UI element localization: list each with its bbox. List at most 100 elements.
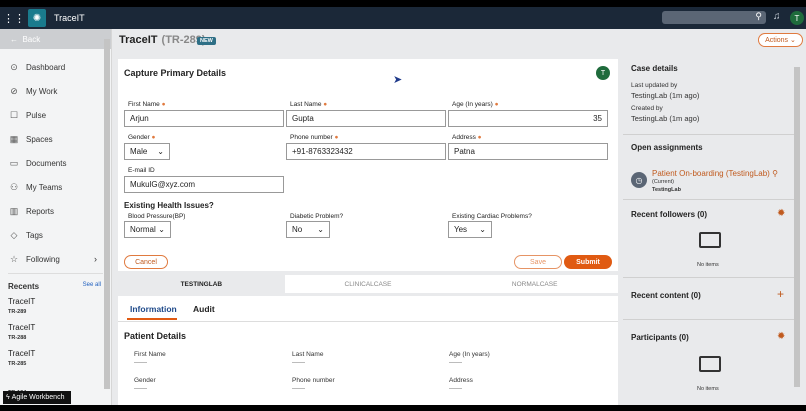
search-icon[interactable]: ⚲ (755, 11, 762, 22)
gender-label: Gender ● (128, 134, 155, 141)
sidebar-scrollbar[interactable] (104, 39, 110, 389)
form-title: Capture Primary Details (124, 68, 227, 78)
reports-icon: ▥ (9, 205, 19, 216)
sidebar-item-dashboard[interactable]: ⊙ Dashboard (0, 55, 111, 79)
recent-item[interactable]: TraceIT TR-289 (0, 295, 111, 321)
pd-address-label: Address (449, 377, 473, 384)
assignment-link[interactable]: Patient On-boarding (TestingLab) ⚲ (652, 169, 778, 178)
back-button[interactable]: ← Back (0, 29, 111, 49)
stage-testinglab[interactable]: TESTINGLAB (118, 275, 285, 293)
cancel-button[interactable]: Cancel (124, 255, 168, 269)
stage-clinicalcase[interactable]: CLINICALCASE (285, 275, 452, 293)
notification-bell-icon[interactable]: ♫ (773, 11, 781, 22)
actions-button[interactable]: Actions ⌄ (758, 33, 803, 47)
case-name: TraceIT (119, 34, 158, 46)
stage-normalcase[interactable]: NORMALCASE (451, 275, 618, 293)
assignee-avatar[interactable]: T (596, 66, 610, 80)
case-side-panel: Case details Last updated by TestingLab … (623, 59, 806, 405)
sidebar-item-label: Pulse (26, 110, 47, 120)
recents-header: Recents See all (0, 276, 111, 295)
sidebar-item-label: Tags (26, 230, 43, 240)
tab-information[interactable]: Information (130, 304, 177, 314)
chevron-down-icon: ⌄ (479, 225, 486, 234)
last-updated-value: TestingLab (1m ago) (631, 91, 700, 100)
recent-followers-title: Recent followers (0) (631, 210, 708, 219)
diabetic-select[interactable]: No ⌄ (286, 221, 330, 238)
recent-title: TraceIT (8, 297, 36, 306)
bp-select[interactable]: Normal ⌄ (124, 221, 171, 238)
age-field[interactable]: 35 (448, 110, 608, 127)
recent-id: TR-288 (8, 335, 27, 341)
diabetic-value: No (292, 225, 303, 234)
submit-button[interactable]: Submit (564, 255, 612, 269)
lightning-icon: ϟ (6, 394, 10, 401)
pd-gender-label: Gender (134, 377, 156, 384)
phone-field[interactable]: +91-8763323432 (286, 143, 446, 160)
agile-workbench-button[interactable]: ϟ Agile Workbench (3, 391, 71, 404)
last-updated-label: Last updated by (631, 82, 678, 89)
last-name-field[interactable]: Gupta (286, 110, 446, 127)
pd-last-name-label: Last Name (292, 351, 324, 358)
open-assignments-title: Open assignments (631, 143, 703, 152)
gender-select[interactable]: Male ⌄ (124, 143, 170, 160)
sidebar-item-reports[interactable]: ▥ Reports (0, 199, 111, 223)
gear-icon[interactable]: ✹ (777, 331, 785, 342)
top-bar: ⋮⋮ ✺ TraceIT ⚲ ♫ T (0, 7, 806, 29)
sidebar-item-label: Reports (26, 206, 55, 216)
active-tab-indicator (127, 318, 177, 320)
first-name-field[interactable]: Arjun (124, 110, 284, 127)
sidebar-item-following[interactable]: ☆ Following › (0, 247, 111, 271)
save-button[interactable]: Save (514, 255, 562, 269)
chevron-down-icon: ⌄ (790, 37, 796, 44)
divider (623, 134, 795, 135)
recent-item[interactable]: TraceIT TR-285 (0, 347, 111, 373)
required-marker: ● (494, 101, 499, 108)
recent-content-title: Recent content (0) (631, 291, 701, 300)
user-avatar[interactable]: T (790, 11, 804, 25)
health-issues-title: Existing Health Issues? (124, 201, 214, 210)
label-text: First Name (128, 101, 160, 108)
back-label: Back (22, 34, 41, 44)
teams-icon: ⚇ (9, 181, 19, 192)
tab-audit[interactable]: Audit (193, 304, 215, 314)
add-icon[interactable]: + (777, 287, 784, 301)
email-field[interactable]: MukulG@xyz.com (124, 176, 284, 193)
sidebar-item-label: Following (26, 254, 60, 264)
search-input[interactable]: ⚲ (662, 11, 766, 24)
divider (623, 319, 795, 320)
tab-divider (118, 321, 618, 322)
app-grid-icon[interactable]: ⋮⋮ (3, 8, 25, 28)
assignment-name: Patient On-boarding (TestingLab) (652, 169, 770, 178)
required-marker: ● (151, 134, 156, 141)
pd-phone-value: —— (292, 385, 305, 392)
no-items-text: No items (697, 386, 719, 392)
sidebar-item-my-work[interactable]: ⊘ My Work (0, 79, 111, 103)
agile-workbench-label: Agile Workbench (11, 394, 65, 401)
gender-value: Male (130, 147, 148, 156)
cardiac-select[interactable]: Yes ⌄ (448, 221, 492, 238)
gear-icon[interactable]: ✹ (777, 208, 785, 219)
back-arrow-icon: ← (10, 34, 18, 44)
sidebar-item-documents[interactable]: ▭ Documents (0, 151, 111, 175)
my-work-icon: ⊘ (10, 85, 18, 96)
recent-item[interactable]: TraceIT TR-288 (0, 321, 111, 347)
pd-age-value: —— (449, 359, 462, 366)
location-pin-icon: ⚲ (772, 169, 778, 178)
recent-id: TR-285 (8, 361, 27, 367)
label-text: Phone number (290, 134, 333, 141)
case-details-title: Case details (631, 64, 678, 73)
right-scrollbar[interactable] (794, 67, 800, 387)
sidebar-item-my-teams[interactable]: ⚇ My Teams (0, 175, 111, 199)
address-field[interactable]: Patna (448, 143, 608, 160)
pulse-icon: ☐ (9, 109, 19, 120)
see-all-link[interactable]: See all (83, 282, 101, 291)
phone-label: Phone number ● (290, 134, 338, 141)
sidebar-item-label: Dashboard (26, 62, 66, 72)
sidebar-item-pulse[interactable]: ☐ Pulse (0, 103, 111, 127)
sidebar-item-spaces[interactable]: ▦ Spaces (0, 127, 111, 151)
sidebar-item-tags[interactable]: ◇ Tags (0, 223, 111, 247)
inbox-icon (699, 356, 721, 372)
actions-label: Actions (765, 36, 789, 44)
age-label: Age (In years) ● (452, 101, 499, 108)
created-by-label: Created by (631, 105, 663, 112)
